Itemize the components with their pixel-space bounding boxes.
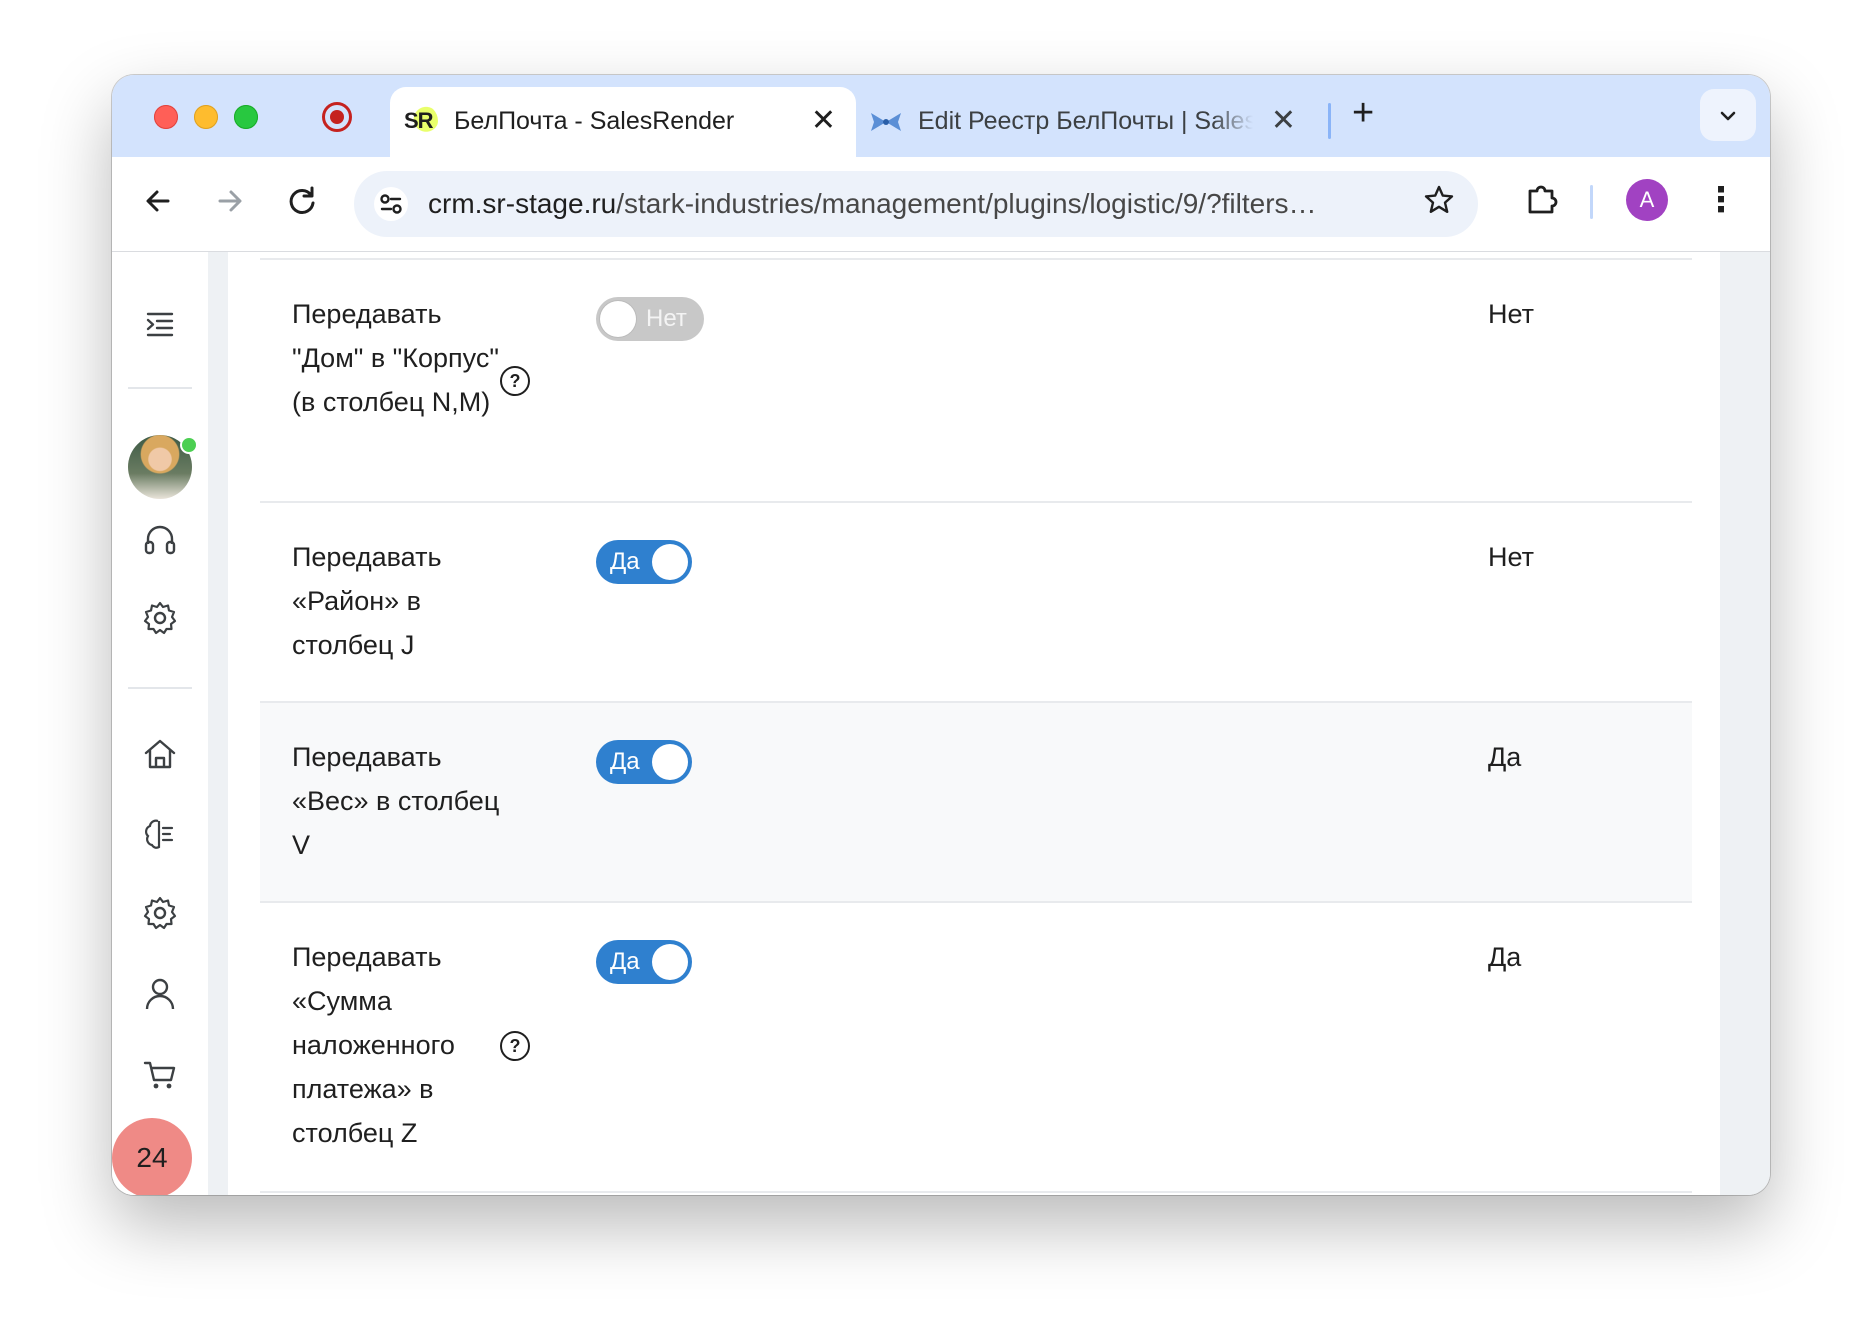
toggle-knob (600, 301, 636, 337)
tab-edit-reestr[interactable]: Edit Реестр БелПочты | SalesRender ✕ (868, 87, 1314, 157)
sr-favicon-icon: SR (404, 104, 438, 138)
setting-label: Передавать "Дом" в "Корпус" (в столбец N… (292, 299, 499, 417)
toggle-label: Да (610, 948, 640, 975)
sidebar-divider (128, 387, 192, 389)
setting-value: Нет (1488, 542, 1534, 572)
notification-count-badge[interactable]: 24 (112, 1118, 192, 1195)
menu-toggle-icon[interactable] (140, 304, 180, 344)
toggle-knob (652, 544, 688, 580)
toolbar-separator (1590, 185, 1593, 219)
close-tab-icon[interactable]: ✕ (1271, 105, 1296, 137)
settings-card: Передавать "Дом" в "Корпус" (в столбец N… (228, 252, 1720, 1195)
setting-label: Передавать «Район» в столбец J (292, 542, 442, 660)
toggle-label: Да (610, 748, 640, 775)
bow-icon (871, 113, 901, 131)
settings-row-previous (260, 252, 1692, 260)
background-pattern (1720, 252, 1770, 1195)
tab-search-button[interactable] (1700, 89, 1756, 141)
tab-separator (1328, 103, 1331, 139)
browser-menu-button[interactable]: ⋮ (1704, 177, 1738, 223)
setting-value: Нет (1488, 299, 1534, 329)
bookmark-star-icon[interactable] (1422, 183, 1456, 217)
record-icon[interactable] (322, 102, 352, 132)
setting-value: Да (1488, 942, 1522, 972)
address-bar[interactable]: crm.sr-stage.ru/stark-industries/managem… (354, 171, 1478, 237)
toggle-district[interactable]: Да (596, 540, 692, 584)
brain-icon[interactable] (140, 814, 180, 854)
url-path: /stark-industries/management/plugins/log… (616, 188, 1317, 219)
tune-icon (380, 194, 402, 214)
user-icon[interactable] (140, 974, 180, 1014)
browser-window: SR БелПочта - SalesRender ✕ Edit Реестр … (112, 75, 1770, 1195)
tab-title: БелПочта - SalesRender (454, 107, 735, 135)
url-text[interactable]: crm.sr-stage.ru/stark-industries/managem… (428, 188, 1317, 220)
toggle-weight[interactable]: Да (596, 740, 692, 784)
close-tab-icon[interactable]: ✕ (811, 105, 836, 137)
profile-avatar[interactable]: A (1626, 179, 1668, 221)
forward-button[interactable] (212, 183, 248, 219)
toggle-house-to-building[interactable]: Нет (596, 297, 704, 341)
home-icon[interactable] (140, 734, 180, 774)
toggle-label: Нет (646, 305, 687, 332)
toggle-label: Да (610, 548, 640, 575)
settings-row-district: Передавать «Район» в столбец J Да Нет (260, 503, 1692, 703)
toggle-knob (652, 944, 688, 980)
cart-icon[interactable] (140, 1054, 180, 1094)
settings-row-weight: Передавать «Вес» в столбец V Да Да (260, 703, 1692, 903)
help-icon[interactable]: ? (500, 366, 530, 396)
background-pattern (208, 252, 228, 1195)
page-content: 24 Передавать "Дом" в "Корпус" (в столбе… (112, 252, 1770, 1195)
tab-title: Edit Реестр БелПочты | SalesRender (918, 107, 1253, 135)
sidebar-divider (128, 687, 192, 689)
online-status-dot (180, 436, 198, 454)
setting-label: Передавать «Вес» в столбец V (292, 742, 500, 860)
reload-button[interactable] (284, 183, 320, 219)
app-sidebar: 24 (112, 252, 208, 1195)
site-info-button[interactable] (374, 187, 408, 221)
tab-belpochta[interactable]: SR БелПочта - SalesRender ✕ (390, 87, 856, 157)
headset-icon[interactable] (140, 520, 180, 560)
help-icon[interactable]: ? (500, 1031, 530, 1061)
url-host: crm.sr-stage.ru (428, 188, 617, 219)
settings-icon[interactable] (140, 598, 180, 638)
setting-label: Передавать «Сумма наложенного платежа» в… (292, 942, 455, 1148)
extensions-puzzle-icon[interactable] (1522, 179, 1562, 219)
toggle-knob (652, 744, 688, 780)
minimize-window-button[interactable] (194, 105, 218, 129)
browser-toolbar: crm.sr-stage.ru/stark-industries/managem… (112, 157, 1770, 252)
tab-strip: SR БелПочта - SalesRender ✕ Edit Реестр … (112, 75, 1770, 157)
new-tab-button[interactable]: + (1352, 93, 1374, 133)
settings-row-house-to-building: Передавать "Дом" в "Корпус" (в столбец N… (260, 260, 1692, 503)
setting-value: Да (1488, 742, 1522, 772)
settings-row-cod-amount: Передавать «Сумма наложенного платежа» в… (260, 903, 1692, 1193)
settings-icon[interactable] (140, 893, 180, 933)
chevron-down-icon (1720, 111, 1736, 121)
back-button[interactable] (140, 183, 176, 219)
close-window-button[interactable] (154, 105, 178, 129)
maximize-window-button[interactable] (234, 105, 258, 129)
toggle-cod-amount[interactable]: Да (596, 940, 692, 984)
